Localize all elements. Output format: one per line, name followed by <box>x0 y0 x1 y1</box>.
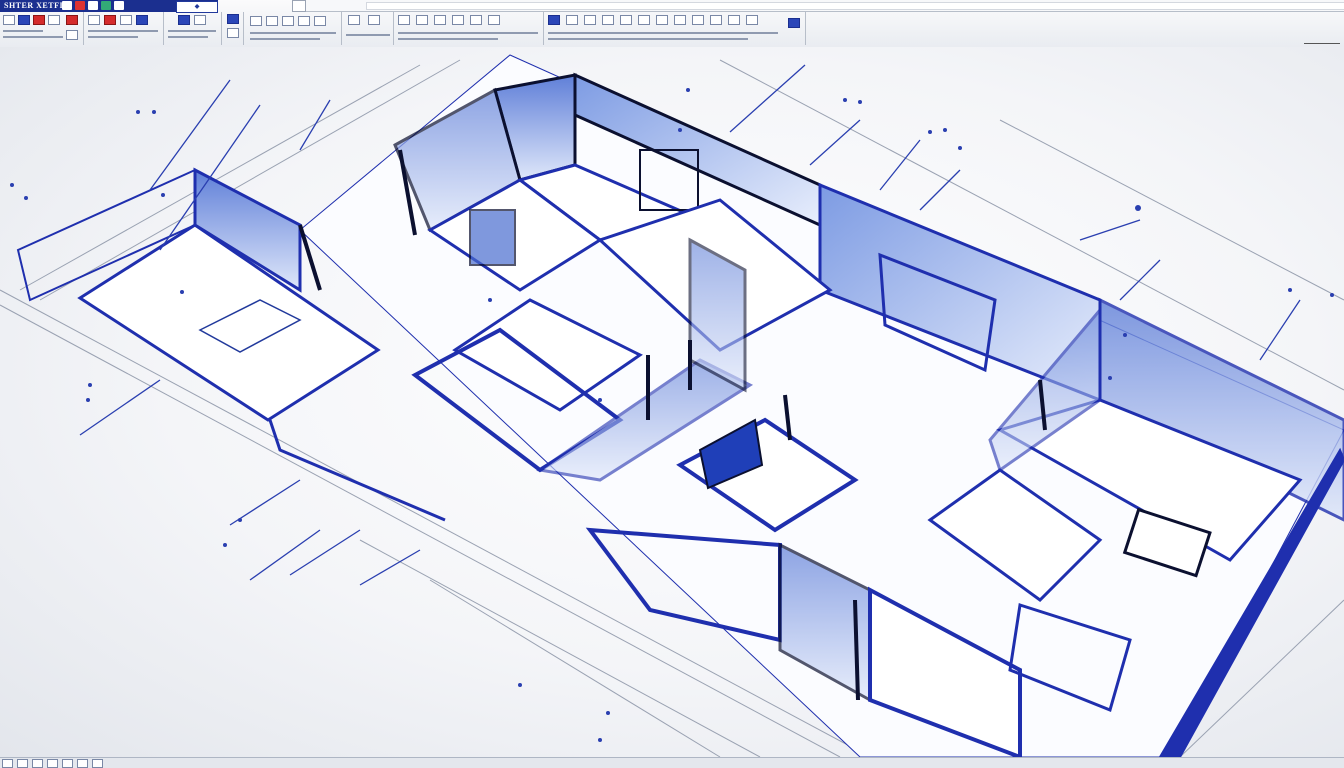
group-icon[interactable] <box>620 15 632 25</box>
ribbon-toolbar: SHTER XETFIO ◆ <box>0 0 1344 48</box>
dimension-icon[interactable] <box>227 28 239 38</box>
color-icon[interactable] <box>416 15 428 25</box>
arc-icon[interactable] <box>120 15 132 25</box>
utilities-panel <box>544 12 806 45</box>
drawing-viewport[interactable] <box>0 47 1344 757</box>
orbit-icon[interactable] <box>674 15 686 25</box>
block-panel <box>342 12 394 45</box>
transparency-icon[interactable] <box>470 15 482 25</box>
toolbar-divider <box>88 36 138 38</box>
toolbar-divider <box>548 32 778 34</box>
ortho-icon[interactable] <box>32 759 43 768</box>
view-icon[interactable] <box>656 15 668 25</box>
print-icon[interactable] <box>114 1 124 10</box>
undo-icon[interactable] <box>88 1 98 10</box>
osnap-icon[interactable] <box>62 759 73 768</box>
search-icon[interactable] <box>1304 38 1340 44</box>
otrack-icon[interactable] <box>77 759 88 768</box>
layer-on-icon[interactable] <box>250 16 262 26</box>
pan-icon[interactable] <box>692 15 704 25</box>
redo-icon[interactable] <box>101 1 111 10</box>
grid-icon[interactable] <box>2 759 13 768</box>
annotate-panel <box>222 12 244 45</box>
layer-lock-icon[interactable] <box>282 16 294 26</box>
list-icon[interactable] <box>488 15 500 25</box>
cad-application: SHTER XETFIO ◆ <box>0 0 1344 768</box>
save-icon[interactable] <box>75 1 85 10</box>
close-icon[interactable] <box>33 15 45 25</box>
toolbar-divider <box>346 34 390 36</box>
match-properties-icon[interactable] <box>398 15 410 25</box>
toolbar-divider <box>398 38 498 40</box>
copy-icon[interactable] <box>194 15 206 25</box>
quick-calc-icon[interactable] <box>602 15 614 25</box>
modify-panel <box>164 12 222 45</box>
annex-outline <box>268 419 446 522</box>
toolbar-divider <box>250 38 320 40</box>
layer-color-icon[interactable] <box>298 16 310 26</box>
open-icon[interactable] <box>18 15 30 25</box>
text-icon[interactable] <box>227 14 239 24</box>
visual-style-icon[interactable] <box>746 15 758 25</box>
toolbar-divider <box>3 36 63 38</box>
delete-icon[interactable] <box>66 15 78 25</box>
toolbar-divider <box>398 32 538 34</box>
circle-icon[interactable] <box>104 15 116 25</box>
app-title: SHTER XETFIO <box>4 1 70 10</box>
move-icon[interactable] <box>178 15 190 25</box>
toolbar-divider <box>548 38 748 40</box>
layer-match-icon[interactable] <box>314 16 326 26</box>
draw-panel <box>84 12 164 45</box>
new-icon[interactable] <box>3 15 15 25</box>
linetype-icon[interactable] <box>434 15 446 25</box>
toolbar-divider <box>168 30 216 32</box>
title-bar: SHTER XETFIO ◆ <box>0 0 218 13</box>
status-toggles <box>2 759 103 768</box>
snap-icon[interactable] <box>17 759 28 768</box>
lineweight-icon[interactable] <box>452 15 464 25</box>
tab-strip <box>292 0 1344 12</box>
toolbar-divider <box>88 30 158 32</box>
file-icon[interactable] <box>62 1 72 10</box>
tab-layout[interactable] <box>366 2 1344 10</box>
ungroup-icon[interactable] <box>638 15 650 25</box>
zoom-icon[interactable] <box>710 15 722 25</box>
window-small <box>469 209 516 266</box>
lineweight-icon[interactable] <box>92 759 103 768</box>
select-icon[interactable] <box>566 15 578 25</box>
rectangle-icon[interactable] <box>136 15 148 25</box>
properties-panel <box>394 12 544 45</box>
status-bar <box>0 757 1344 768</box>
measure-icon[interactable] <box>548 15 560 25</box>
floor-plan-3d[interactable] <box>0 47 1344 757</box>
insert-block-icon[interactable] <box>348 15 360 25</box>
properties-icon[interactable] <box>48 15 60 25</box>
filter-icon[interactable] <box>584 15 596 25</box>
layer-icon[interactable] <box>66 30 78 40</box>
create-block-icon[interactable] <box>368 15 380 25</box>
render-icon[interactable] <box>728 15 740 25</box>
help-icon[interactable] <box>788 18 800 28</box>
layer-freeze-icon[interactable] <box>266 16 278 26</box>
home-panel <box>0 12 84 45</box>
polar-icon[interactable] <box>47 759 58 768</box>
toolbar-divider <box>250 32 336 34</box>
line-icon[interactable] <box>88 15 100 25</box>
toolbar-divider <box>168 36 208 38</box>
quick-access-toolbar <box>62 1 124 10</box>
layers-panel <box>246 12 342 45</box>
toolbar-divider <box>3 30 43 32</box>
tab-drawing[interactable] <box>292 0 306 12</box>
